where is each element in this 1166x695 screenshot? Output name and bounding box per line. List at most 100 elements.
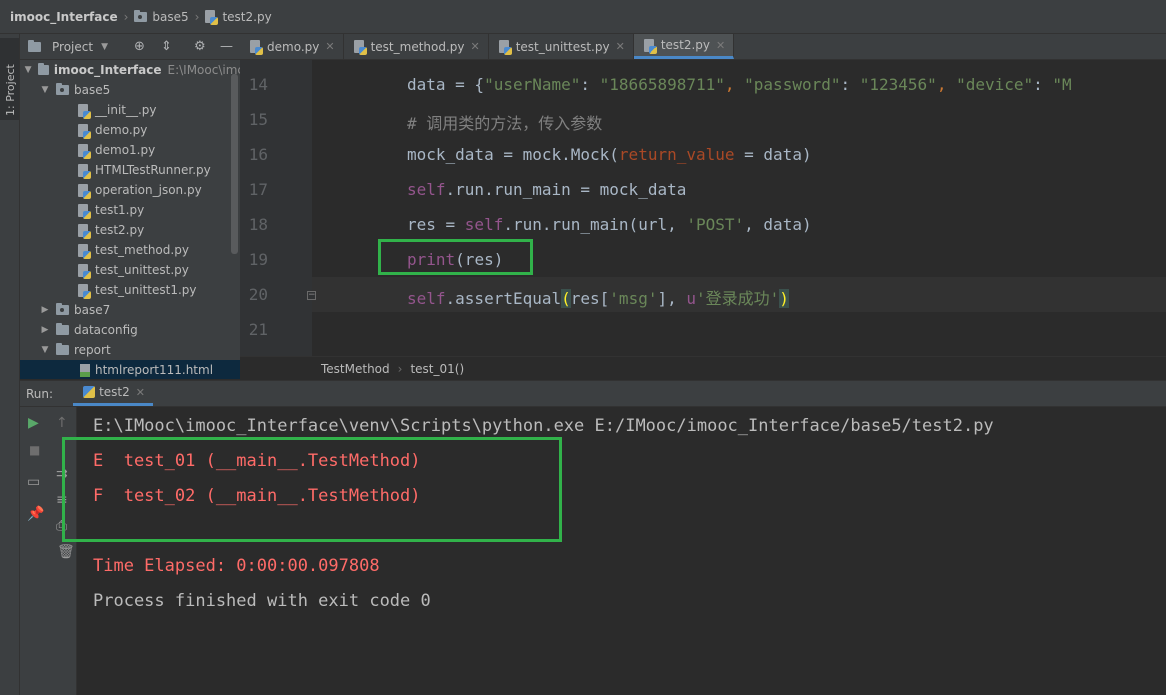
- tab-run-test2[interactable]: test2 ✕: [73, 381, 153, 406]
- tree-item[interactable]: test_method.py: [20, 240, 240, 260]
- close-icon[interactable]: ✕: [325, 40, 334, 53]
- line-number: 21: [248, 320, 268, 339]
- fold-icon[interactable]: −: [307, 291, 316, 300]
- highlight-box-print: [378, 239, 533, 275]
- tab-test-method[interactable]: test_method.py ✕: [344, 34, 489, 59]
- tree-item[interactable]: test2.py: [20, 220, 240, 240]
- code-prefix: u: [686, 289, 697, 308]
- close-icon[interactable]: ✕: [616, 40, 625, 53]
- expand-arrow-icon[interactable]: ▼: [40, 85, 50, 95]
- breadcrumb-separator: ›: [194, 9, 200, 24]
- code-keyword: self: [464, 215, 504, 234]
- tree-root-label: imooc_Interface: [53, 63, 162, 77]
- tree-item-label: HTMLTestRunner.py: [95, 163, 211, 177]
- tree-item-label: demo1.py: [95, 143, 156, 157]
- package-icon: [56, 83, 69, 95]
- expand-arrow-icon[interactable]: ▶: [40, 325, 50, 335]
- code-keyword: self: [407, 180, 446, 199]
- code-string: "device": [956, 75, 1034, 94]
- console-exit-line: Process finished with exit code 0: [93, 591, 431, 611]
- expand-arrow-icon[interactable]: ▼: [40, 345, 50, 355]
- code-token: data = {: [407, 75, 485, 94]
- code-string: "18665898711": [599, 75, 725, 94]
- chevron-down-icon[interactable]: ▼: [101, 42, 108, 52]
- project-view-selector[interactable]: Project: [52, 40, 93, 54]
- breadcrumb-item[interactable]: base5: [134, 9, 189, 24]
- scrollbar[interactable]: [231, 74, 238, 254]
- trash-icon[interactable]: 🗑: [57, 545, 75, 559]
- arrow-up-icon[interactable]: ↑: [56, 416, 68, 430]
- python-file-icon: [78, 263, 91, 279]
- python-file-icon: [250, 40, 263, 55]
- tree-item-selected[interactable]: htmlreport111.html: [20, 360, 240, 379]
- close-icon[interactable]: ✕: [471, 40, 480, 53]
- expand-arrow-icon[interactable]: ▶: [40, 305, 50, 315]
- code-token: .run.run_main(url,: [503, 215, 687, 234]
- hide-icon[interactable]: —: [220, 40, 233, 53]
- breadcrumb-project[interactable]: imooc_Interface: [10, 10, 118, 24]
- run-panel-header: Run: test2 ✕: [20, 380, 1166, 407]
- tree-item[interactable]: HTMLTestRunner.py: [20, 160, 240, 180]
- gear-icon[interactable]: ⚙: [194, 40, 206, 53]
- layout-icon[interactable]: ▭: [27, 475, 40, 489]
- code-token: :: [840, 75, 860, 94]
- code-line-15: # 调用类的方法，传入参数: [407, 114, 603, 133]
- code-token: .assertEqual: [445, 289, 562, 308]
- tree-item[interactable]: operation_json.py: [20, 180, 240, 200]
- tree-root-path: E:\IMooc\imc: [167, 63, 240, 77]
- close-icon[interactable]: ✕: [716, 39, 725, 52]
- close-icon[interactable]: ✕: [136, 386, 145, 399]
- project-panel-header: Project ▼ ⊕ ⇕ ⚙ —: [20, 34, 240, 60]
- stop-icon[interactable]: ■: [29, 443, 40, 457]
- folder-icon: [56, 343, 69, 355]
- python-file-icon: [78, 103, 91, 119]
- breadcrumb-folder: base5: [152, 9, 189, 24]
- code-token: :: [1033, 75, 1053, 94]
- collapse-all-icon[interactable]: ⇕: [161, 40, 172, 53]
- tree-item[interactable]: demo.py: [20, 120, 240, 140]
- tree-root[interactable]: ▼ imooc_Interface E:\IMooc\imc: [20, 60, 240, 80]
- code-line-16: mock_data = mock.Mock(return_value = dat…: [407, 145, 812, 164]
- tree-item-label: __init__.py: [95, 103, 157, 117]
- tab-test-unittest[interactable]: test_unittest.py ✕: [489, 34, 634, 59]
- breadcrumb-item[interactable]: test2.py: [205, 10, 272, 25]
- console-command-line: E:\IMooc\imooc_Interface\venv\Scripts\py…: [93, 416, 994, 436]
- pin-icon[interactable]: 📌: [27, 507, 44, 521]
- python-file-icon: [498, 40, 512, 55]
- code-token: mock_data = mock.Mock(: [407, 145, 619, 164]
- tree-item[interactable]: demo1.py: [20, 140, 240, 160]
- expand-arrow-icon[interactable]: ▼: [24, 65, 32, 75]
- tree-item[interactable]: test1.py: [20, 200, 240, 220]
- run-tab-label: test2: [99, 385, 130, 399]
- code-line-18: res = self.run.run_main(url, 'POST', dat…: [407, 215, 812, 234]
- project-panel: Project ▼ ⊕ ⇕ ⚙ — ▼ imooc_Interface E:\I…: [20, 34, 240, 379]
- python-file-icon: [78, 143, 91, 159]
- tree-item[interactable]: ▼ base5: [20, 80, 240, 100]
- tree-item[interactable]: ▶ dataconfig: [20, 320, 240, 340]
- tree-item-label: demo.py: [95, 123, 148, 137]
- project-view-icon: [28, 39, 41, 52]
- tree-item[interactable]: __init__.py: [20, 100, 240, 120]
- project-tool-tab[interactable]: 1: Project: [0, 38, 19, 120]
- breadcrumb-class[interactable]: TestMethod: [321, 362, 390, 376]
- code-string: "password": [744, 75, 841, 94]
- code-editor[interactable]: 14 15 16 17 18 19 20 21 − data = {"userN…: [240, 60, 1166, 356]
- tab-label: demo.py: [267, 39, 320, 54]
- breadcrumb-method[interactable]: test_01(): [410, 362, 464, 376]
- tab-label: test_method.py: [370, 39, 465, 54]
- tab-demo[interactable]: demo.py ✕: [240, 34, 344, 59]
- tree-item[interactable]: ▶ base7: [20, 300, 240, 320]
- tree-item[interactable]: ▼ report: [20, 340, 240, 360]
- tree-item[interactable]: test_unittest.py: [20, 260, 240, 280]
- package-icon: [134, 9, 148, 22]
- code-string: "123456": [859, 75, 937, 94]
- locate-icon[interactable]: ⊕: [134, 40, 145, 53]
- line-number: 15: [248, 110, 268, 129]
- rerun-icon[interactable]: ▶: [28, 416, 39, 430]
- code-line-17: self.run.run_main = mock_data: [407, 180, 686, 199]
- code-token: , data): [744, 215, 812, 234]
- tree-item[interactable]: test_unittest1.py: [20, 280, 240, 300]
- tree-item-label: base5: [74, 83, 111, 97]
- tab-test2[interactable]: test2.py ✕: [633, 34, 735, 59]
- tree-item-label: report: [74, 343, 111, 357]
